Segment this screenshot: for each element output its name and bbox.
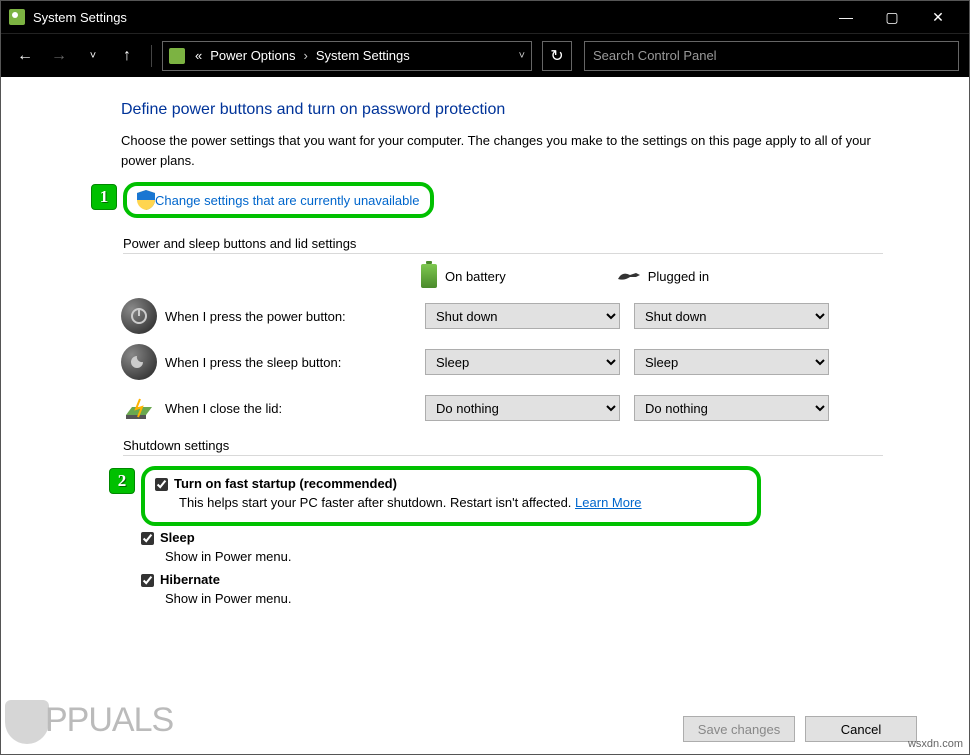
footer-buttons: Save changes Cancel <box>683 716 917 742</box>
hibernate-title: Hibernate <box>160 572 220 587</box>
window-title: System Settings <box>33 10 823 25</box>
breadcrumb-dropdown-icon[interactable]: ˅ <box>519 50 525 62</box>
plug-icon <box>616 269 640 283</box>
lid-icon <box>121 390 157 426</box>
recent-dropdown[interactable]: ˅ <box>79 42 107 70</box>
elevate-link[interactable]: Change settings that are currently unava… <box>155 193 420 208</box>
navbar: ← → ˅ ↑ « Power Options › System Setting… <box>1 33 969 77</box>
app-icon <box>9 9 25 25</box>
page-instructions: Choose the power settings that you want … <box>121 131 881 170</box>
breadcrumb-item-power-options[interactable]: Power Options <box>206 48 299 63</box>
battery-icon <box>421 264 437 288</box>
row-power-label: When I press the power button: <box>165 309 425 324</box>
content: Define power buttons and turn on passwor… <box>1 77 969 754</box>
breadcrumb[interactable]: « Power Options › System Settings ˅ <box>162 41 532 71</box>
learn-more-link[interactable]: Learn More <box>575 495 641 510</box>
power-battery-select[interactable]: Shut down <box>425 303 620 329</box>
page-heading: Define power buttons and turn on passwor… <box>121 101 969 119</box>
row-sleep-label: When I press the sleep button: <box>165 355 425 370</box>
search-input[interactable]: Search Control Panel <box>584 41 959 71</box>
breadcrumb-prefix: « <box>191 48 206 63</box>
lid-plugged-select[interactable]: Do nothing <box>634 395 829 421</box>
breadcrumb-icon <box>169 48 185 64</box>
power-plugged-select[interactable]: Shut down <box>634 303 829 329</box>
breadcrumb-item-system-settings[interactable]: System Settings <box>312 48 414 63</box>
fast-startup-checkbox[interactable] <box>155 478 168 491</box>
source-url: wsxdn.com <box>908 738 963 750</box>
col-battery-label: On battery <box>445 269 506 284</box>
row-power-button: When I press the power button: Shut down… <box>121 298 969 334</box>
watermark: PPUALS <box>5 700 173 744</box>
callout-2: 2 <box>109 468 135 494</box>
save-changes-button[interactable]: Save changes <box>683 716 795 742</box>
maximize-button[interactable]: ▢ <box>869 1 915 33</box>
close-button[interactable]: ✕ <box>915 1 961 33</box>
hibernate-desc: Show in Power menu. <box>165 591 969 606</box>
lid-battery-select[interactable]: Do nothing <box>425 395 620 421</box>
chevron-right-icon: › <box>300 48 312 63</box>
col-on-battery: On battery <box>421 264 506 288</box>
highlight-change-settings: 1 Change settings that are currently una… <box>123 182 434 218</box>
fast-startup-title: Turn on fast startup (recommended) <box>174 476 397 491</box>
sleep-battery-select[interactable]: Sleep <box>425 349 620 375</box>
cancel-button[interactable]: Cancel <box>805 716 917 742</box>
window: System Settings — ▢ ✕ ← → ˅ ↑ « Power Op… <box>0 0 970 755</box>
sleep-title: Sleep <box>160 530 195 545</box>
section-buttons-header: Power and sleep buttons and lid settings <box>123 236 883 254</box>
forward-button[interactable]: → <box>45 42 73 70</box>
row-close-lid: When I close the lid: Do nothing Do noth… <box>121 390 969 426</box>
fast-startup-desc: This helps start your PC faster after sh… <box>179 495 747 510</box>
col-plugged-label: Plugged in <box>648 269 709 284</box>
refresh-button[interactable]: ↻ <box>542 41 572 71</box>
up-button[interactable]: ↑ <box>113 42 141 70</box>
minimize-button[interactable]: — <box>823 1 869 33</box>
sleep-plugged-select[interactable]: Sleep <box>634 349 829 375</box>
highlight-fast-startup: 2 Turn on fast startup (recommended) Thi… <box>141 466 761 526</box>
sleep-checkbox[interactable] <box>141 532 154 545</box>
sleep-desc: Show in Power menu. <box>165 549 969 564</box>
sleep-button-icon <box>121 344 157 380</box>
row-sleep-button: When I press the sleep button: Sleep Sle… <box>121 344 969 380</box>
hibernate-checkbox[interactable] <box>141 574 154 587</box>
titlebar: System Settings — ▢ ✕ <box>1 1 969 33</box>
callout-1: 1 <box>91 184 117 210</box>
row-lid-label: When I close the lid: <box>165 401 425 416</box>
section-shutdown-header: Shutdown settings <box>123 438 883 456</box>
col-plugged-in: Plugged in <box>616 264 709 288</box>
power-button-icon <box>121 298 157 334</box>
watermark-icon <box>5 700 49 744</box>
shield-icon <box>137 190 155 210</box>
back-button[interactable]: ← <box>11 42 39 70</box>
